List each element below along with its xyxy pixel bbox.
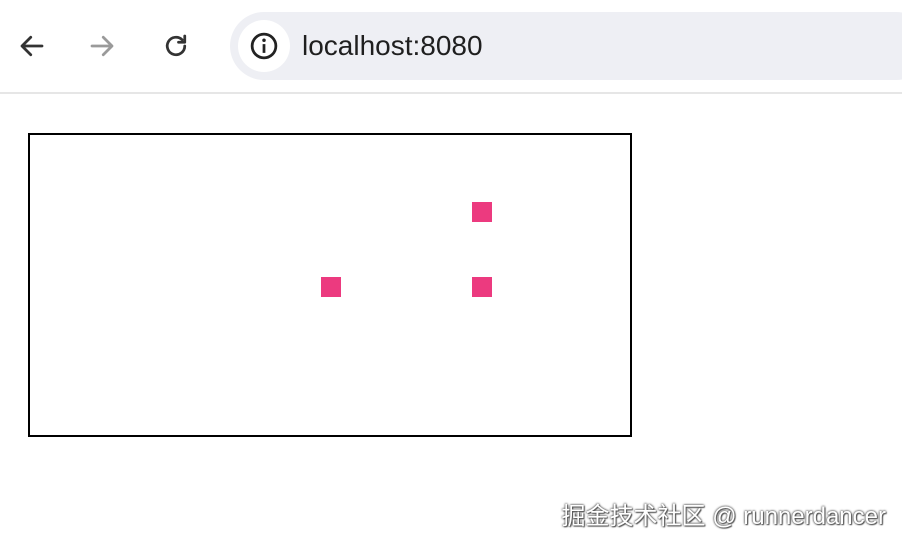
reload-icon — [165, 34, 187, 57]
site-info-button[interactable] — [238, 20, 290, 72]
address-bar[interactable]: localhost:8080 — [230, 12, 902, 80]
canvas-area[interactable] — [28, 133, 632, 437]
pink-square — [472, 202, 492, 222]
forward-button[interactable] — [82, 26, 122, 66]
pink-square — [472, 277, 492, 297]
info-circle-icon — [250, 32, 278, 60]
arrow-left-icon — [20, 35, 44, 57]
pink-square — [321, 277, 341, 297]
url-text[interactable]: localhost:8080 — [302, 12, 483, 80]
back-button[interactable] — [12, 26, 52, 66]
reload-button[interactable] — [156, 26, 196, 66]
watermark: 掘金技术社区 @ runnerdancer — [561, 503, 886, 530]
browser-toolbar: localhost:8080 — [0, 0, 902, 94]
arrow-right-icon — [90, 35, 114, 57]
